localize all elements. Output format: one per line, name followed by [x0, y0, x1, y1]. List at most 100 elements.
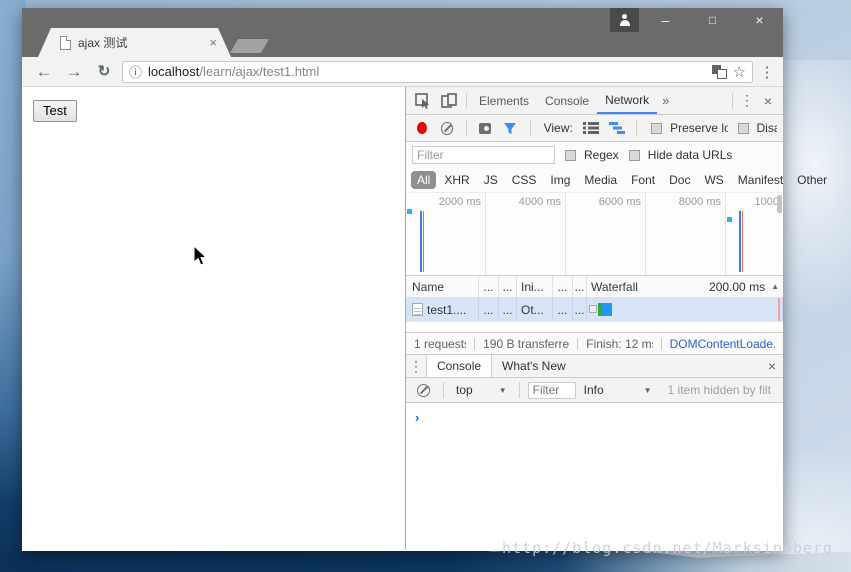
drawer-menu-icon[interactable]: ⋮ [406, 358, 426, 375]
browser-window: – □ × ajax 测试 × ← → ↻ ⓘ localhost/learn/… [22, 8, 783, 551]
console-prompt-icon[interactable]: › [415, 410, 419, 425]
type-filter-img[interactable]: Img [544, 171, 576, 189]
type-filter-js[interactable]: JS [478, 171, 504, 189]
type-filter-ws[interactable]: WS [698, 171, 729, 189]
waterfall-queue-block [589, 305, 597, 313]
column-initiator[interactable]: Ini... [517, 276, 553, 297]
chevron-down-icon: ▼ [499, 386, 507, 395]
url-text[interactable]: localhost/learn/ajax/test1.html [148, 64, 706, 79]
document-icon [412, 303, 423, 316]
overview-scrollbar[interactable] [777, 195, 782, 213]
tab-elements[interactable]: Elements [471, 88, 537, 114]
column-status[interactable]: ... [479, 276, 499, 297]
tab-close-icon[interactable]: × [209, 35, 217, 50]
chevron-down-icon: ▼ [644, 386, 652, 395]
type-filter-font[interactable]: Font [625, 171, 661, 189]
drawer-tab-console[interactable]: Console [426, 355, 492, 377]
test-button[interactable]: Test [33, 100, 77, 122]
forward-icon[interactable]: → [62, 63, 86, 80]
preserve-log-checkbox[interactable] [651, 123, 662, 134]
column-name[interactable]: Name [406, 276, 479, 297]
regex-checkbox[interactable] [565, 150, 576, 161]
waterfall-view-icon[interactable] [606, 115, 628, 141]
record-icon[interactable] [417, 122, 427, 134]
hide-data-urls-label: Hide data URLs [648, 148, 733, 162]
filter-funnel-icon[interactable] [499, 115, 521, 141]
drawer-tabbar: ⋮ Console What's New × [406, 355, 783, 378]
sort-asc-icon[interactable]: ▲ [771, 282, 779, 291]
disable-cache-checkbox[interactable] [738, 123, 749, 134]
divider [636, 120, 637, 136]
request-waterfall [587, 298, 783, 321]
minimize-button[interactable]: – [642, 8, 689, 32]
column-size[interactable]: ... [553, 276, 573, 297]
request-row[interactable]: test1.... ... ... Ot... ... ... [406, 298, 783, 322]
close-button[interactable]: × [736, 8, 783, 32]
log-level-selector[interactable]: Info ▼ [580, 383, 656, 397]
inspect-element-icon[interactable] [410, 88, 436, 114]
maximize-button[interactable]: □ [689, 8, 736, 32]
hide-data-urls-checkbox[interactable] [629, 150, 640, 161]
request-dot [727, 217, 732, 222]
tab-console[interactable]: Console [537, 88, 597, 114]
divider [466, 93, 467, 109]
request-type: ... [499, 298, 517, 321]
divider [530, 120, 531, 136]
profile-button[interactable] [610, 8, 639, 32]
devtools-menu-icon[interactable]: ⋮ [737, 92, 757, 109]
screenshot-camera-icon[interactable] [479, 123, 492, 134]
drawer-tab-whats-new[interactable]: What's New [492, 355, 576, 377]
console-filter-input[interactable] [528, 382, 576, 399]
type-filter-xhr[interactable]: XHR [438, 171, 475, 189]
browser-toolbar: ← → ↻ ⓘ localhost/learn/ajax/test1.html … [22, 57, 783, 87]
column-waterfall[interactable]: Waterfall 200.00 ms ▲ [587, 276, 783, 297]
back-icon[interactable]: ← [32, 63, 56, 80]
network-filter-input[interactable] [412, 146, 555, 164]
tick-4000ms: 4000 ms [486, 193, 565, 208]
new-tab-button[interactable] [230, 39, 269, 53]
column-type[interactable]: ... [499, 276, 517, 297]
tab-network[interactable]: Network [597, 88, 657, 114]
network-overview-timeline[interactable]: 2000 ms 4000 ms 6000 ms 8000 ms 1000 [406, 193, 783, 276]
reload-icon[interactable]: ↻ [92, 64, 116, 79]
regex-label: Regex [584, 148, 619, 162]
type-filter-manifest[interactable]: Manifest [732, 171, 789, 189]
clear-icon[interactable] [441, 122, 452, 135]
divider [466, 120, 467, 136]
type-filter-row: All XHR JS CSS Img Media Font Doc WS Man… [406, 168, 783, 193]
request-dot [407, 209, 412, 214]
bookmark-star-icon[interactable]: ☆ [733, 63, 746, 81]
console-clear-icon[interactable] [417, 384, 430, 397]
type-filter-other[interactable]: Other [791, 171, 833, 189]
type-filter-all[interactable]: All [411, 171, 436, 189]
device-toolbar-icon[interactable] [436, 88, 462, 114]
window-content: Test Elements Console Network » ⋮ [22, 87, 783, 550]
tab-title: ajax 测试 [78, 34, 202, 51]
browser-menu-icon[interactable]: ⋮ [759, 63, 775, 81]
list-view-icon[interactable] [580, 115, 602, 141]
column-time[interactable]: ... [573, 276, 587, 297]
address-bar[interactable]: ⓘ localhost/learn/ajax/test1.html ☆ [122, 61, 753, 83]
console-toolbar: top ▼ Info ▼ 1 item hidden by filt [406, 378, 783, 403]
console-output[interactable]: › [406, 403, 783, 550]
window-controls: – □ × [642, 8, 783, 32]
page-info-icon[interactable]: ⓘ [129, 62, 142, 81]
network-toolbar: View: Preserve log Disa [406, 115, 783, 142]
type-filter-doc[interactable]: Doc [663, 171, 696, 189]
more-tabs-icon[interactable]: » [657, 93, 674, 108]
browser-tab[interactable]: ajax 测试 × [38, 28, 231, 57]
network-filter-row: Regex Hide data URLs [406, 142, 783, 168]
devtools-tabbar: Elements Console Network » ⋮ × [406, 87, 783, 115]
waterfall-label: Waterfall [591, 280, 638, 294]
context-selector[interactable]: top ▼ [452, 383, 511, 397]
finish-time: Finish: 12 ms [586, 337, 652, 351]
preserve-log-label: Preserve log [670, 121, 727, 135]
translate-icon[interactable] [712, 65, 727, 79]
devtools-close-icon[interactable]: × [757, 93, 779, 109]
url-path: /learn/ajax/test1.html [199, 64, 319, 79]
type-filter-media[interactable]: Media [578, 171, 623, 189]
tick-10000ms: 1000 [726, 193, 783, 208]
drawer-close-icon[interactable]: × [761, 358, 783, 374]
type-filter-css[interactable]: CSS [506, 171, 543, 189]
network-summary-bar: 1 requests 190 B transferred Finish: 12 … [406, 332, 783, 355]
